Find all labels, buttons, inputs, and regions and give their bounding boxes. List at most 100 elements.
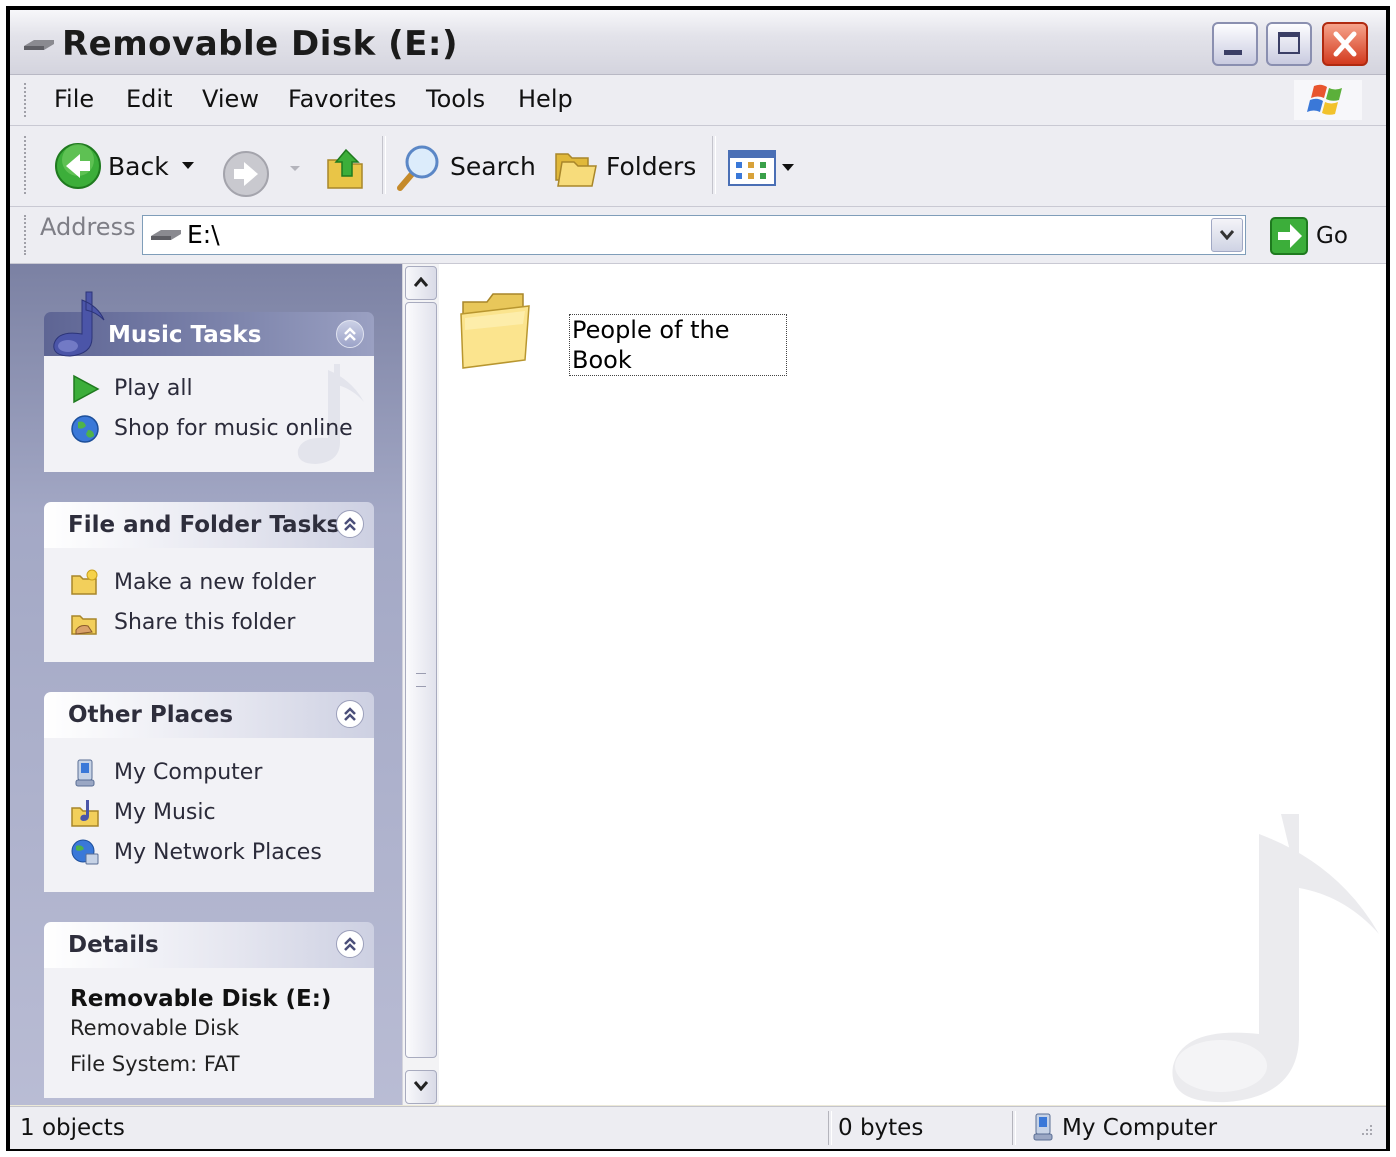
file-list-view[interactable]: People of the Book	[439, 264, 1386, 1105]
file-folder-tasks-panel: File and Folder Tasks Make a new folder	[44, 502, 374, 662]
details-body: Removable Disk (E:) Removable Disk File …	[44, 968, 374, 1098]
views-icon	[728, 150, 776, 186]
share-folder-label: Share this folder	[114, 610, 296, 635]
address-label: Address	[40, 213, 136, 241]
new-folder-icon	[71, 569, 98, 595]
scroll-down-button[interactable]	[405, 1070, 437, 1104]
task-pane-scrollbar[interactable]	[402, 264, 439, 1105]
views-dropdown-icon	[782, 164, 794, 171]
music-note-icon	[53, 291, 105, 357]
status-location: My Computer	[1062, 1115, 1218, 1141]
windows-flag-icon	[1307, 84, 1342, 115]
address-grip[interactable]	[24, 215, 30, 255]
forward-arrow-icon[interactable]	[222, 150, 270, 198]
back-button[interactable]: Back	[52, 140, 202, 192]
folders-icon	[555, 153, 597, 187]
drive-icon	[151, 230, 181, 240]
menu-grip[interactable]	[24, 83, 30, 117]
other-places-body: My Computer My Music My Network Places	[44, 738, 374, 892]
play-all-label: Play all	[114, 376, 193, 401]
views-button[interactable]	[726, 148, 798, 188]
window-title: Removable Disk (E:)	[62, 24, 458, 64]
minimize-button[interactable]	[1212, 22, 1258, 66]
status-bar: 1 objects 0 bytes My Computer	[10, 1106, 1386, 1149]
drive-icon	[24, 40, 54, 50]
toolbar-grip[interactable]	[24, 136, 30, 194]
go-button[interactable]: Go	[1270, 217, 1350, 257]
search-icon	[397, 145, 439, 191]
other-places-header[interactable]: Other Places	[44, 692, 374, 738]
file-folder-tasks-title: File and Folder Tasks	[68, 512, 341, 538]
windows-logo	[1294, 80, 1362, 120]
address-dropdown-button[interactable]	[1211, 218, 1243, 252]
globe-icon	[71, 415, 99, 443]
back-label: Back	[108, 152, 169, 181]
toolbar-separator	[382, 136, 386, 194]
forward-dropdown-icon[interactable]	[290, 166, 300, 172]
explorer-window: Removable Disk (E:) File Edit View Favor…	[10, 10, 1386, 1149]
status-size: 0 bytes	[838, 1115, 924, 1141]
music-tasks-body: Play all Shop for music online	[44, 356, 374, 472]
details-file-system: File System: FAT	[70, 1052, 240, 1076]
menu-favorites[interactable]: Favorites	[288, 85, 396, 113]
my-computer-icon	[75, 759, 95, 787]
music-note-watermark-icon	[297, 364, 364, 464]
toolbar-separator	[712, 136, 716, 194]
maximize-icon	[1278, 32, 1300, 54]
close-button[interactable]	[1322, 22, 1368, 66]
folders-label: Folders	[606, 152, 697, 181]
menu-edit[interactable]: Edit	[126, 85, 172, 113]
details-item-name: Removable Disk (E:)	[70, 986, 332, 1012]
menu-tools[interactable]: Tools	[426, 85, 485, 113]
music-note-watermark-icon	[1172, 814, 1379, 1103]
collapse-chevron-icon[interactable]	[336, 320, 364, 348]
address-input[interactable]: E:\	[142, 215, 1246, 255]
close-icon	[1333, 31, 1357, 57]
scroll-up-button[interactable]	[405, 266, 437, 300]
collapse-chevron-icon[interactable]	[336, 930, 364, 958]
search-button[interactable]: Search	[394, 140, 536, 192]
scroll-thumb[interactable]	[405, 302, 437, 1058]
go-arrow-icon	[1270, 217, 1308, 255]
up-folder-icon[interactable]	[324, 146, 370, 192]
folder-item[interactable]: People of the Book	[457, 290, 787, 380]
task-pane: Play all Shop for music online Music Tas…	[10, 264, 402, 1105]
collapse-chevron-icon[interactable]	[336, 700, 364, 728]
my-music-label: My Music	[114, 800, 216, 825]
menu-view[interactable]: View	[202, 85, 259, 113]
resize-grip-icon[interactable]	[1354, 1121, 1374, 1141]
menu-help[interactable]: Help	[518, 85, 573, 113]
shop-music-label: Shop for music online	[114, 416, 353, 441]
address-bar: Address E:\ Go	[10, 207, 1386, 264]
menu-file[interactable]: File	[54, 85, 94, 113]
go-label: Go	[1316, 223, 1348, 249]
my-music-folder-icon	[71, 800, 99, 827]
search-label: Search	[450, 152, 536, 181]
folder-name[interactable]: People of the Book	[569, 314, 787, 376]
my-computer-icon	[1033, 1113, 1053, 1141]
network-places-icon	[71, 839, 99, 865]
details-header[interactable]: Details	[44, 922, 374, 968]
back-dropdown-icon[interactable]	[182, 162, 194, 170]
thumb-grip-icon	[416, 673, 426, 687]
file-folder-tasks-header[interactable]: File and Folder Tasks	[44, 502, 374, 548]
maximize-button[interactable]	[1266, 22, 1312, 66]
chevron-down-icon	[414, 1081, 428, 1091]
details-title: Details	[68, 932, 159, 958]
file-folder-tasks-body: Make a new folder Share this folder	[44, 548, 374, 662]
my-network-places-label: My Network Places	[114, 840, 322, 865]
music-tasks-panel: Play all Shop for music online Music Tas…	[44, 291, 374, 472]
music-tasks-title: Music Tasks	[108, 322, 262, 348]
details-panel: Details Removable Disk (E:) Removable Di…	[44, 922, 374, 1098]
my-computer-label: My Computer	[114, 760, 263, 785]
address-value[interactable]: E:\	[187, 220, 220, 249]
folder-icon	[460, 293, 530, 369]
status-separator	[1012, 1111, 1016, 1145]
folders-button[interactable]: Folders	[550, 140, 700, 192]
details-item-type: Removable Disk	[70, 1016, 240, 1040]
chevron-up-icon	[414, 277, 428, 287]
collapse-chevron-icon[interactable]	[336, 510, 364, 538]
menu-bar: File Edit View Favorites Tools Help	[10, 75, 1386, 126]
title-bar[interactable]: Removable Disk (E:)	[10, 10, 1386, 75]
other-places-panel: Other Places My Computer My Music My Net…	[44, 692, 374, 892]
